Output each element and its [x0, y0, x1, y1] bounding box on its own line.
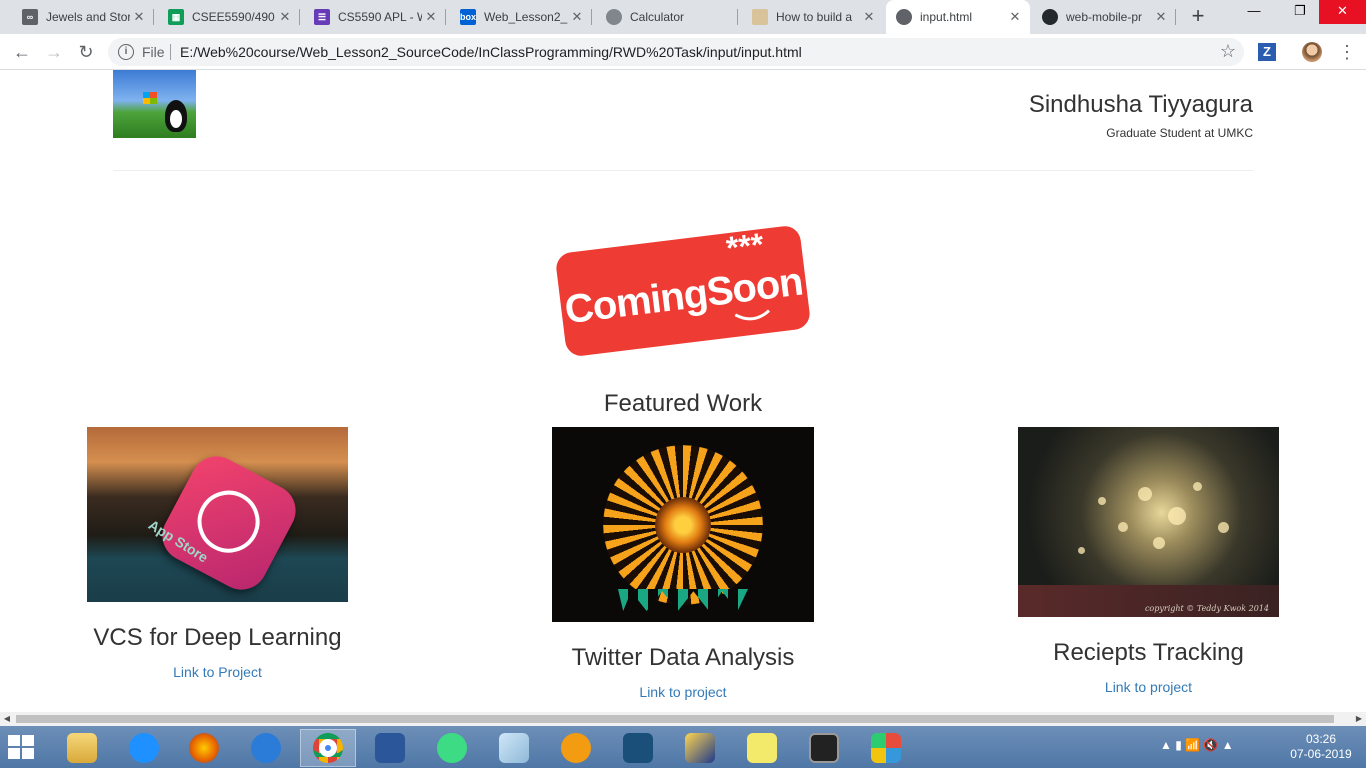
tab-title: Web_Lesson2_: [484, 10, 568, 24]
clock-date: 07-06-2019: [1290, 747, 1352, 761]
tab-title: input.html: [920, 10, 973, 24]
windows-taskbar: ▲ ▮ 📶 🔇 ▲ 03:26 07-06-2019: [0, 726, 1366, 768]
globe-icon: [606, 9, 622, 25]
back-button[interactable]: ←: [10, 40, 34, 64]
settings-wheel-icon[interactable]: [548, 729, 604, 767]
close-icon[interactable]: ✕: [1006, 8, 1024, 26]
site-logo: [113, 70, 196, 138]
project-title: Reciepts Tracking: [1053, 639, 1244, 666]
tab-title: web-mobile-pr: [1066, 10, 1143, 24]
tab-title: Jewels and Stor: [46, 10, 130, 24]
project-link[interactable]: Link to project: [1105, 679, 1192, 695]
info-icon[interactable]: i: [118, 44, 134, 60]
close-icon[interactable]: ✕: [860, 8, 878, 26]
window-close-button[interactable]: ✕: [1319, 0, 1366, 24]
internet-explorer-icon[interactable]: [116, 729, 172, 767]
scrollbar-thumb[interactable]: [16, 715, 1334, 723]
word-icon[interactable]: [362, 729, 418, 767]
new-tab-button[interactable]: +: [1186, 5, 1210, 29]
tab-title: Calculator: [630, 10, 685, 24]
project-card-vcs: App Store VCS for Deep Learning Link to …: [87, 427, 348, 682]
link-icon: ∞: [22, 9, 38, 25]
browser-toolbar: ← → ↻ i File E:/Web%20course/Web_Lesson2…: [0, 34, 1366, 70]
image-copyright: copyright © Teddy Kwok 2014: [1144, 604, 1269, 613]
scheme-label: File: [142, 44, 165, 60]
stars-text: ***: [724, 226, 766, 266]
tab-jewels[interactable]: ∞ Jewels and Stor ✕: [12, 0, 154, 34]
bookmark-star-icon[interactable]: ☆: [1220, 41, 1236, 62]
horizontal-scrollbar[interactable]: ◀ ▶: [0, 712, 1366, 726]
app-icon[interactable]: [238, 729, 294, 767]
brackets-icon[interactable]: [610, 729, 666, 767]
terminal-icon[interactable]: [796, 729, 852, 767]
author-subtitle: Graduate Student at UMKC: [1106, 126, 1253, 140]
chrome-icon[interactable]: [300, 729, 356, 767]
tab-github[interactable]: web-mobile-pr ✕: [1032, 0, 1176, 34]
paint-icon[interactable]: [858, 729, 914, 767]
sticky-notes-icon[interactable]: [734, 729, 790, 767]
project-title: Twitter Data Analysis: [571, 644, 795, 671]
forward-button[interactable]: →: [42, 40, 66, 64]
system-tray[interactable]: ▲ ▮ 📶 🔇 ▲: [1160, 738, 1234, 752]
header-divider: [113, 170, 1253, 171]
firefox-icon[interactable]: [176, 729, 232, 767]
forms-icon: ☰: [314, 9, 330, 25]
reload-button[interactable]: ↻: [74, 40, 98, 64]
github-icon: [1042, 9, 1058, 25]
bokeh-trees-image: copyright © Teddy Kwok 2014: [1018, 427, 1279, 617]
tab-web-lesson2[interactable]: box Web_Lesson2_ ✕: [450, 0, 592, 34]
featured-work-heading: Featured Work: [603, 390, 763, 417]
page-icon: [752, 9, 768, 25]
sunflower-image: [552, 427, 814, 622]
close-icon[interactable]: ✕: [568, 8, 586, 26]
tab-title: How to build a: [776, 10, 853, 24]
scroll-left-icon[interactable]: ◀: [0, 712, 14, 726]
tab-calculator[interactable]: Calculator ✕: [596, 0, 738, 34]
clock[interactable]: 03:26 07-06-2019: [1286, 732, 1356, 762]
project-title: VCS for Deep Learning: [93, 624, 342, 651]
box-icon: box: [460, 9, 476, 25]
address-bar[interactable]: i File E:/Web%20course/Web_Lesson2_Sourc…: [108, 38, 1244, 66]
tab-csee5590[interactable]: ▦ CSEE5590/490 ✕: [158, 0, 300, 34]
android-studio-icon[interactable]: [424, 729, 480, 767]
globe-icon: [896, 9, 912, 25]
page-viewport: Sindhusha Tiyyagura Graduate Student at …: [0, 70, 1366, 712]
author-name: Sindhusha Tiyyagura: [1028, 91, 1253, 118]
file-explorer-icon[interactable]: [54, 729, 110, 767]
close-icon[interactable]: ✕: [130, 8, 148, 26]
tab-cs5590[interactable]: ☰ CS5590 APL - W ✕: [304, 0, 446, 34]
network-icon[interactable]: [672, 729, 728, 767]
profile-avatar[interactable]: [1302, 42, 1322, 62]
project-link[interactable]: Link to Project: [173, 664, 262, 680]
project-link[interactable]: Link to project: [639, 684, 726, 700]
close-icon[interactable]: ✕: [422, 8, 440, 26]
project-card-twitter: Twitter Data Analysis Link to project: [552, 427, 814, 702]
restore-button[interactable]: ❐: [1278, 0, 1322, 24]
tab-title: CS5590 APL - W: [338, 10, 422, 24]
menu-icon[interactable]: ⋮: [1338, 40, 1356, 64]
scroll-right-icon[interactable]: ▶: [1352, 712, 1366, 726]
clock-time: 03:26: [1305, 732, 1337, 746]
zotero-extension-icon[interactable]: Z: [1258, 43, 1276, 61]
url-text[interactable]: E:/Web%20course/Web_Lesson2_SourceCode/I…: [180, 44, 802, 60]
project-card-receipts: copyright © Teddy Kwok 2014 Reciepts Tra…: [1018, 427, 1279, 697]
close-icon[interactable]: ✕: [1152, 8, 1170, 26]
tab-title: CSEE5590/490: [192, 10, 275, 24]
start-button[interactable]: [8, 735, 38, 761]
notepad-icon[interactable]: [486, 729, 542, 767]
minimize-button[interactable]: —: [1232, 0, 1276, 24]
app-store-image: App Store: [87, 427, 348, 602]
close-icon[interactable]: ✕: [276, 8, 294, 26]
browser-tab-strip: ∞ Jewels and Stor ✕ ▦ CSEE5590/490 ✕ ☰ C…: [0, 0, 1366, 34]
coming-soon-badge: ComingSoon ***: [556, 226, 810, 356]
sheets-icon: ▦: [168, 9, 184, 25]
tab-input-html[interactable]: input.html ✕: [886, 0, 1030, 34]
tab-how-to-build[interactable]: How to build a ✕: [742, 0, 884, 34]
